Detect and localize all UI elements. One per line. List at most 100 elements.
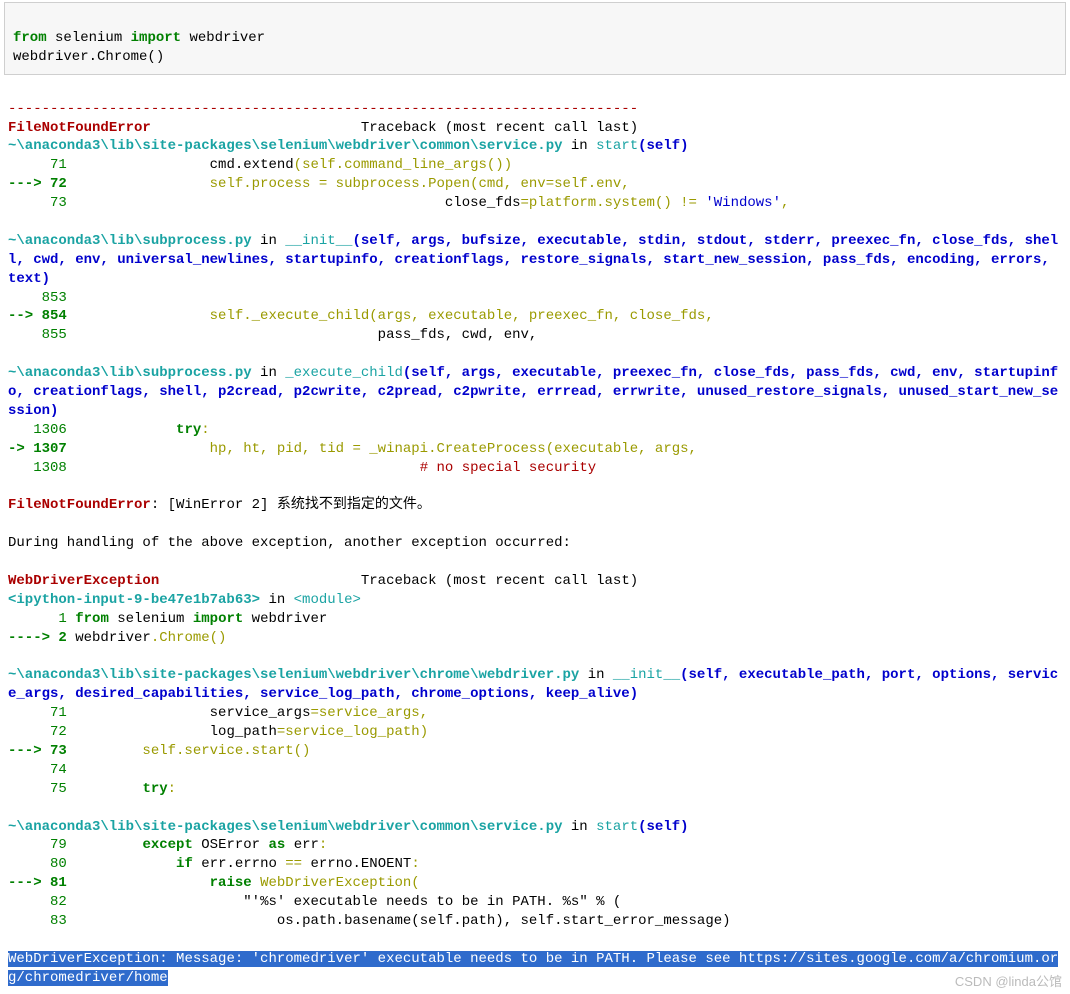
- lineno: 73: [8, 195, 75, 211]
- class-oserror: OSError: [201, 837, 268, 853]
- in-word: in: [260, 592, 294, 608]
- path: ~\anaconda3\lib\site-packages\selenium\w…: [8, 819, 563, 835]
- traceback-output: ----------------------------------------…: [0, 79, 1070, 994]
- string-lit: "'%s' executable needs to be in PATH. %s…: [75, 894, 621, 910]
- lineno: 71: [8, 157, 75, 173]
- code-text: errno.ENOENT: [311, 856, 412, 872]
- in-word: in: [579, 667, 613, 683]
- arrow: ---> 81: [8, 875, 75, 891]
- ipython-src: <ipython-input-9-be47e1b7ab63>: [8, 592, 260, 608]
- fn-args: (self): [638, 138, 688, 154]
- lineno: 71: [8, 705, 75, 721]
- path: ~\anaconda3\lib\subprocess.py: [8, 233, 252, 249]
- spacer: [159, 573, 361, 589]
- error-msg: : Message: 'chromedriver' executable nee…: [8, 951, 1058, 986]
- code-text: webdriver: [75, 630, 151, 646]
- code-dot: .Chrome: [151, 630, 210, 646]
- during-handling: During handling of the above exception, …: [8, 535, 571, 551]
- kw-try: try: [75, 781, 167, 797]
- module: <module>: [294, 592, 361, 608]
- code-call: (self.command_line_args: [294, 157, 487, 173]
- code-ne: !=: [672, 195, 706, 211]
- arrow: ---> 72: [8, 176, 75, 192]
- arrow: -> 1307: [8, 441, 75, 457]
- kw-try: try: [75, 422, 201, 438]
- code-text: cmd.extend: [75, 157, 293, 173]
- fn-args: (self): [638, 819, 688, 835]
- code-text: service_args: [75, 705, 310, 721]
- code-text: pass_fds, cwd, env,: [75, 327, 537, 343]
- code-eq: =service_log_path): [277, 724, 428, 740]
- string-lit: 'Windows': [705, 195, 781, 211]
- fn-name: __init__: [285, 233, 352, 249]
- code-par: (): [294, 743, 311, 759]
- error-name: FileNotFoundError: [8, 497, 151, 513]
- lineno: 79: [8, 837, 75, 853]
- code-text: err.errno: [201, 856, 285, 872]
- error-name: FileNotFoundError: [8, 120, 151, 136]
- lineno: 1308: [8, 460, 75, 476]
- in-word: in: [563, 138, 597, 154]
- code-par: (): [210, 630, 227, 646]
- lineno: 75: [8, 781, 75, 797]
- code-eq: =platform.system: [521, 195, 655, 211]
- fn-name: start: [596, 819, 638, 835]
- code-text: os.path.basename(self.path), self.start_…: [75, 913, 730, 929]
- kw-import: import: [193, 611, 243, 627]
- lineno: 853: [8, 290, 75, 306]
- watermark: CSDN @linda公馆: [955, 971, 1062, 990]
- kw-from: from: [75, 611, 109, 627]
- exc-name: WebDriverException(: [260, 875, 420, 891]
- code-text: log_path: [75, 724, 277, 740]
- obj-webdriver: webdriver: [243, 611, 327, 627]
- spacer: [151, 120, 361, 136]
- code-text: self.process = subprocess.Popen(cmd, env…: [75, 176, 630, 192]
- code-text: hp, ht, pid, tid = _winapi.CreateProcess…: [75, 441, 697, 457]
- lineno: 72: [8, 724, 75, 740]
- in-word: in: [252, 233, 286, 249]
- code-par: ()): [487, 157, 512, 173]
- path: ~\anaconda3\lib\site-packages\selenium\w…: [8, 138, 563, 154]
- arrow: ---> 73: [8, 743, 75, 759]
- kw-import: import: [131, 30, 190, 46]
- colon: :: [411, 856, 419, 872]
- code-eq: =service_args,: [310, 705, 428, 721]
- obj-webdriver: webdriver: [189, 30, 265, 46]
- in-word: in: [252, 365, 286, 381]
- fn-name: start: [596, 138, 638, 154]
- lineno: 83: [8, 913, 75, 929]
- lineno: 74: [8, 762, 75, 778]
- traceback-separator: ----------------------------------------…: [8, 101, 638, 117]
- code-end: ,: [781, 195, 789, 211]
- tb-label: Traceback (most recent call last): [361, 573, 638, 589]
- mod-selenium: selenium: [109, 611, 193, 627]
- lineno: 855: [8, 327, 75, 343]
- code-text: self._execute_child(args, executable, pr…: [75, 308, 714, 324]
- kw-from: from: [13, 30, 55, 46]
- error-name: WebDriverException: [8, 573, 159, 589]
- code-text: self.service.start: [75, 743, 293, 759]
- code-text: close_fds: [75, 195, 520, 211]
- path: ~\anaconda3\lib\site-packages\selenium\w…: [8, 667, 579, 683]
- in-word: in: [563, 819, 597, 835]
- code-call: (): [655, 195, 672, 211]
- var-err: err: [294, 837, 319, 853]
- comment: # no special security: [75, 460, 596, 476]
- lineno: 1306: [8, 422, 75, 438]
- error-msg: : [WinError 2] 系统找不到指定的文件。: [151, 497, 431, 513]
- kw-as: as: [268, 837, 293, 853]
- tb-label: Traceback (most recent call last): [361, 120, 638, 136]
- mod-selenium: selenium: [55, 30, 131, 46]
- lineno: 82: [8, 894, 75, 910]
- selected-error-line[interactable]: WebDriverException: Message: 'chromedriv…: [8, 951, 1058, 986]
- colon: :: [319, 837, 327, 853]
- lineno: 80: [8, 856, 75, 872]
- kw-except: except: [75, 837, 201, 853]
- colon: :: [168, 781, 176, 797]
- op-eq: ==: [285, 856, 310, 872]
- code-cell: from selenium import webdriver webdriver…: [4, 2, 1066, 75]
- colon: :: [201, 422, 209, 438]
- error-name: WebDriverException: [8, 951, 159, 967]
- call-paren: (): [147, 49, 164, 65]
- fn-name: _execute_child: [285, 365, 403, 381]
